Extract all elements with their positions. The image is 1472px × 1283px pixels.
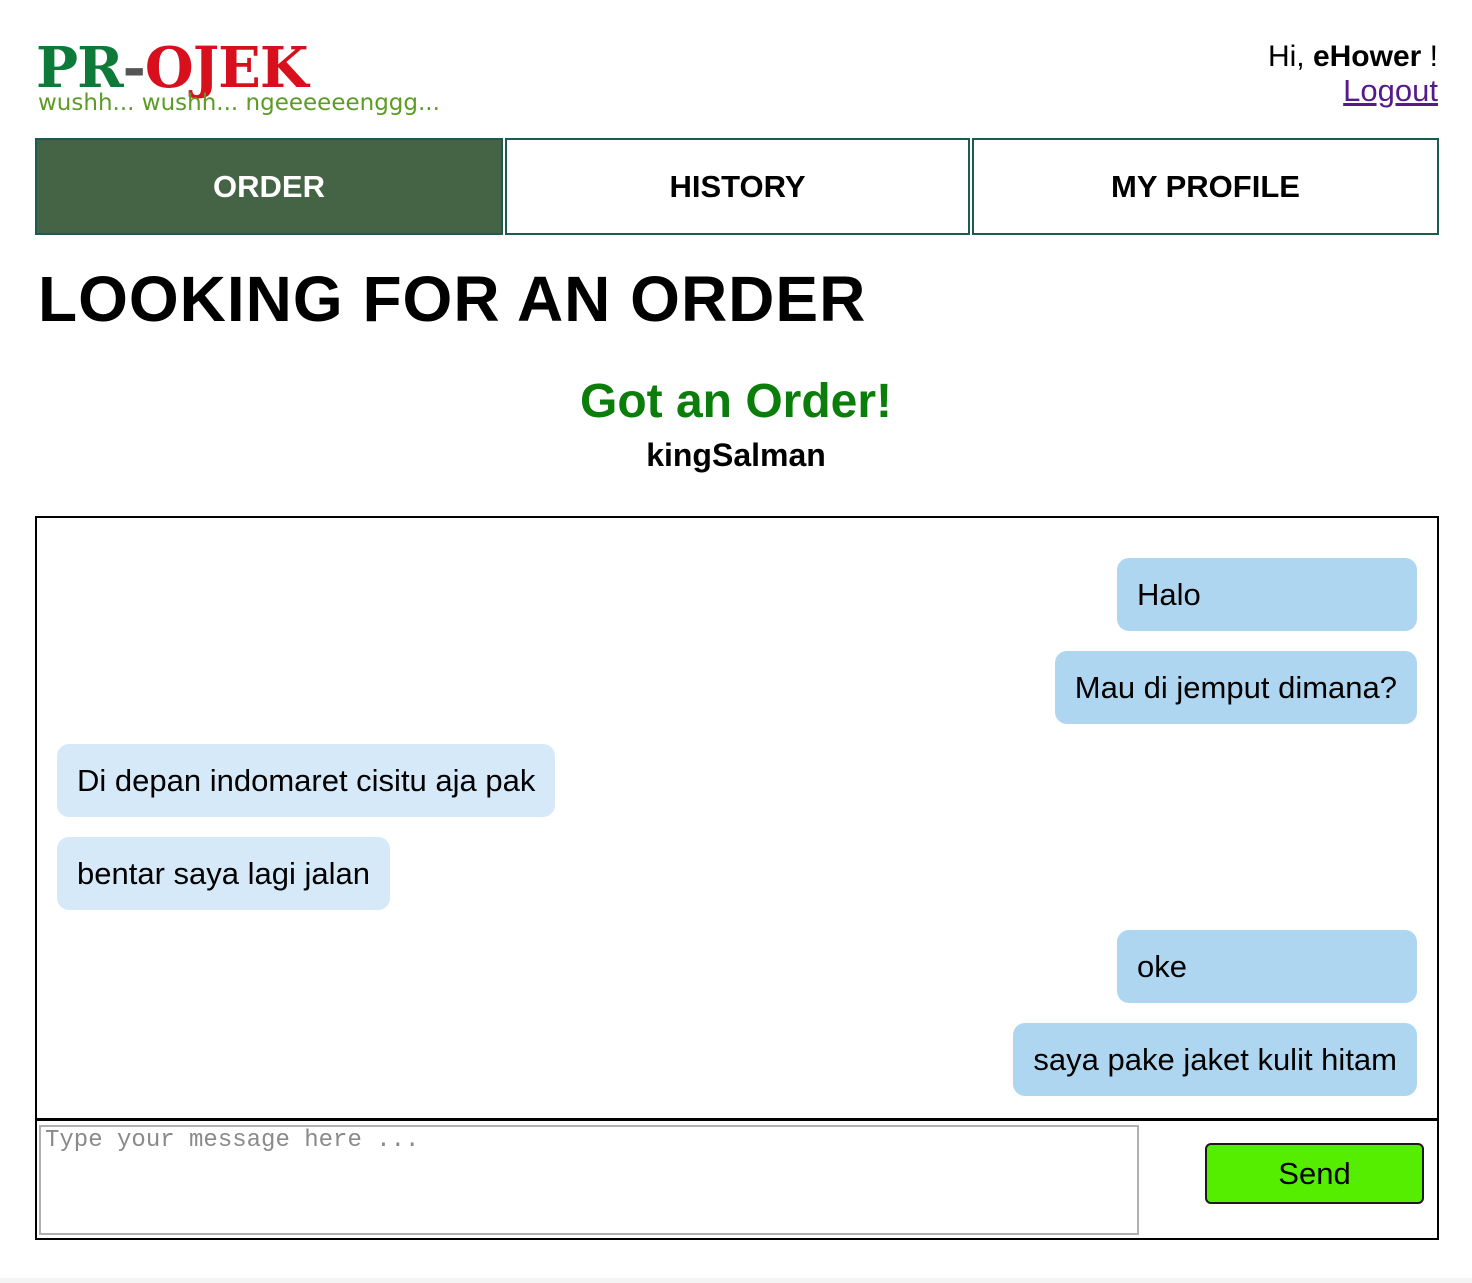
chat-message-outgoing: Halo xyxy=(1117,558,1417,631)
chat-message-incoming: Di depan indomaret cisitu aja pak xyxy=(57,744,556,817)
order-status: Got an Order! xyxy=(579,375,893,428)
message-input[interactable] xyxy=(39,1125,1139,1235)
customer-name: kingSalman xyxy=(646,437,826,473)
tab-history[interactable]: HISTORY xyxy=(505,138,970,235)
username: eHower xyxy=(1312,40,1422,73)
main-nav: ORDER HISTORY MY PROFILE xyxy=(35,138,1439,235)
greeting-prefix: Hi, xyxy=(1267,40,1313,73)
page: PR-OJEK wushh... wushh... ngeeeeeenggg..… xyxy=(0,0,1472,1278)
chat-message-outgoing: oke xyxy=(1117,930,1417,1003)
user-greeting: Hi, eHower ! Logout xyxy=(1268,40,1438,108)
greeting-suffix: ! xyxy=(1421,40,1438,73)
page-title: LOOKING FOR AN ORDER xyxy=(38,263,867,335)
chat-message-outgoing: saya pake jaket kulit hitam xyxy=(1013,1023,1417,1096)
tab-order[interactable]: ORDER xyxy=(35,138,503,235)
chat-message-outgoing: Mau di jemput dimana? xyxy=(1054,651,1417,724)
chat-window[interactable]: Halo Mau di jemput dimana? Di depan indo… xyxy=(35,516,1439,1120)
compose-area: Send xyxy=(35,1118,1439,1240)
send-button[interactable]: Send xyxy=(1205,1143,1424,1204)
logout-link[interactable]: Logout xyxy=(1268,74,1438,108)
chat-message-incoming: bentar saya lagi jalan xyxy=(57,837,390,910)
tagline: wushh... wushh... ngeeeeeenggg... xyxy=(38,90,440,116)
tab-my-profile[interactable]: MY PROFILE xyxy=(972,138,1439,235)
header: PR-OJEK wushh... wushh... ngeeeeeenggg..… xyxy=(36,36,1438,136)
